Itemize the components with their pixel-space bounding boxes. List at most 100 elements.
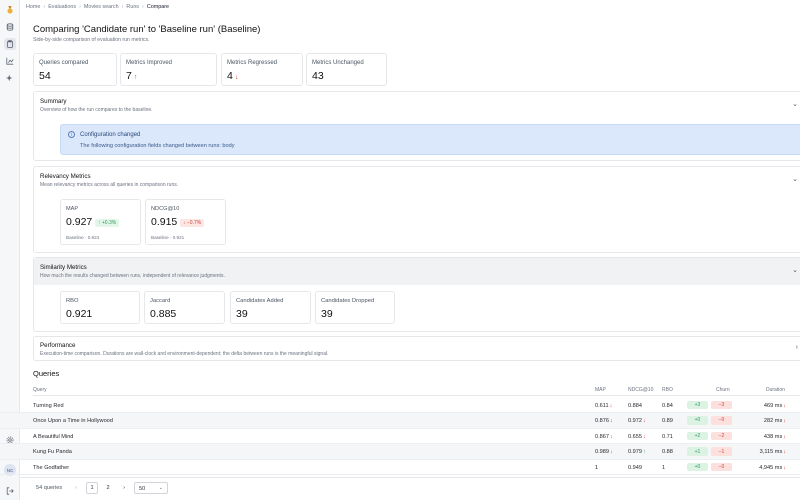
chevron-down-icon[interactable]: ⌄ bbox=[792, 175, 798, 183]
page-2-button[interactable]: 2 bbox=[102, 482, 114, 494]
stat-label: Metrics Regressed bbox=[227, 60, 278, 66]
ndcg-value: 0.655↓ bbox=[628, 433, 646, 440]
duration-value: 469 ms↓ bbox=[763, 402, 786, 409]
chevron-down-icon[interactable]: ⌄ bbox=[792, 266, 798, 274]
breadcrumb-runs[interactable]: Runs bbox=[126, 4, 139, 10]
metric-value: 0.885 bbox=[150, 308, 177, 320]
breadcrumb-evaluations[interactable]: Evaluations bbox=[48, 4, 76, 10]
chevron-down-icon[interactable]: ⌄ bbox=[792, 100, 798, 108]
delta-badge: ↑ +0.3% bbox=[95, 219, 120, 227]
chevron-right-icon[interactable]: › bbox=[796, 344, 798, 351]
stat-label: Queries compared bbox=[39, 60, 89, 66]
baseline-value: Baseline · 0.924 bbox=[66, 235, 100, 240]
arrow-down-icon: ↓ bbox=[610, 449, 613, 456]
duration-value: 4,945 ms↓ bbox=[759, 464, 786, 471]
section-title[interactable]: Relevancy Metrics bbox=[40, 173, 91, 180]
alert-text: The following configuration fields chang… bbox=[80, 142, 235, 149]
table-row[interactable]: A Beautiful Mind 0.867↓ 0.655↓ 0.71 +2 −2 438 … bbox=[0, 429, 800, 445]
query-name: Once Upon a Time in Hollywood bbox=[33, 418, 113, 425]
table-row[interactable]: Kung Fu Panda 0.989↓ 0.979↑ 0.88 +1 −1 3,115 m… bbox=[0, 444, 800, 460]
churn-added-badge: +0 bbox=[687, 416, 708, 425]
col-map[interactable]: MAP bbox=[595, 387, 606, 393]
logout-icon[interactable] bbox=[4, 485, 16, 497]
page-1-button[interactable]: 1 bbox=[86, 482, 98, 494]
breadcrumb: Home › Evaluations › Movies search › Runs › … bbox=[26, 4, 169, 10]
stat-metrics-regressed: Metrics Regressed 4 ↓ bbox=[221, 53, 303, 86]
chart-icon[interactable] bbox=[4, 55, 16, 67]
ndcg-value: 0.884 bbox=[628, 402, 642, 409]
col-rbo[interactable]: RBO bbox=[662, 387, 673, 393]
map-value: 0.989↓ bbox=[595, 449, 613, 456]
pagination-bar: 54 queries ‹ 1 2 › 50 ⌄ bbox=[20, 477, 800, 500]
breadcrumb-current: Compare bbox=[146, 4, 169, 10]
stat-value: 7 ↑ bbox=[126, 70, 138, 82]
rbo-value: 0.89 bbox=[662, 418, 673, 425]
database-icon[interactable] bbox=[4, 21, 16, 33]
col-churn[interactable]: Churn bbox=[716, 387, 730, 393]
metric-label: MAP bbox=[66, 206, 79, 212]
breadcrumb-search[interactable]: Movies search bbox=[84, 4, 119, 10]
churn-added-badge: +0 bbox=[687, 462, 708, 472]
arrow-down-icon: ↓ bbox=[783, 418, 786, 425]
stat-label: Metrics Unchanged bbox=[312, 60, 364, 66]
rbo-value: 1 bbox=[662, 464, 666, 471]
delta-badge: ↓ −0.7% bbox=[180, 219, 205, 227]
arrow-up-icon: ↑ bbox=[133, 74, 138, 81]
metric-card-candidates-dropped: Candidates Dropped 39 bbox=[315, 291, 395, 324]
table-row[interactable]: The Godfather 1 0.949 1 +0 −0 4,945 ms↓ bbox=[0, 460, 800, 476]
section-header[interactable] bbox=[34, 258, 800, 285]
next-page-button[interactable]: › bbox=[118, 482, 130, 494]
stat-metrics-improved: Metrics Improved 7 ↑ bbox=[120, 53, 217, 86]
queries-title: Queries bbox=[33, 369, 60, 378]
churn-dropped-badge: −3 bbox=[711, 400, 732, 409]
churn-added-badge: +1 bbox=[687, 447, 708, 456]
map-value: 0.876↓ bbox=[595, 418, 613, 425]
arrow-down-icon: ↓ bbox=[783, 449, 786, 456]
metric-value: 0.927 bbox=[66, 216, 93, 228]
app-logo-icon[interactable] bbox=[4, 4, 16, 16]
arrow-down-icon: ↓ bbox=[783, 464, 786, 471]
arrow-down-icon: ↓ bbox=[610, 418, 613, 425]
sparkle-icon[interactable] bbox=[4, 72, 16, 84]
section-description: Overview of how the run compares to the … bbox=[40, 107, 153, 113]
performance-section[interactable]: Performance Execution-time comparison. D… bbox=[33, 336, 800, 361]
ndcg-value: 0.972↓ bbox=[628, 418, 646, 425]
col-ndcg[interactable]: NDCG@10 bbox=[628, 387, 653, 393]
col-duration[interactable]: Duration bbox=[766, 387, 785, 393]
section-description: How much the results changed between run… bbox=[40, 272, 225, 279]
metric-label: Candidates Dropped bbox=[321, 298, 375, 304]
arrow-down-icon: ↓ bbox=[643, 433, 646, 440]
ndcg-value: 0.979↑ bbox=[628, 449, 646, 456]
section-title[interactable]: Similarity Metrics bbox=[40, 264, 87, 271]
stat-value: 4 ↓ bbox=[227, 70, 239, 82]
duration-value: 438 ms↓ bbox=[763, 433, 786, 440]
page-size-select[interactable]: 50 ⌄ bbox=[134, 482, 168, 494]
ndcg-value: 0.949 bbox=[628, 464, 642, 471]
churn-added-badge: +3 bbox=[687, 400, 708, 409]
rbo-value: 0.88 bbox=[662, 449, 673, 456]
section-title[interactable]: Summary bbox=[40, 98, 66, 105]
arrow-down-icon: ↓ bbox=[610, 433, 613, 440]
query-name: The Godfather bbox=[33, 464, 70, 471]
query-count: 54 queries bbox=[36, 485, 63, 491]
stat-queries-compared: Queries compared 54 bbox=[33, 53, 117, 86]
page-size-value: 50 bbox=[139, 485, 146, 492]
alert-title: Configuration changed bbox=[80, 132, 141, 138]
arrow-down-icon: ↓ bbox=[783, 433, 786, 440]
clipboard-icon[interactable] bbox=[4, 38, 16, 50]
metric-card-rbo: RBO 0.921 bbox=[60, 291, 140, 324]
churn-dropped-badge: −1 bbox=[711, 447, 732, 456]
prev-page-button[interactable]: ‹ bbox=[70, 482, 82, 494]
table-row[interactable]: Turning Red 0.611↓ 0.884 0.84 +3 −3 469 ms↓ bbox=[0, 398, 800, 414]
rbo-value: 0.71 bbox=[662, 433, 673, 440]
arrow-down-icon: ↓ bbox=[609, 402, 613, 409]
breadcrumb-home[interactable]: Home bbox=[26, 4, 40, 10]
query-name: Turning Red bbox=[33, 402, 64, 409]
duration-value: 3,115 ms↓ bbox=[759, 449, 786, 456]
section-title[interactable]: Performance bbox=[40, 342, 75, 349]
table-row[interactable]: Once Upon a Time in Hollywood 0.876↓ 0.972… bbox=[0, 413, 800, 429]
query-name: Kung Fu Panda bbox=[33, 449, 72, 456]
metric-card-map: MAP 0.927 ↑ +0.3% Baseline · 0.924 bbox=[60, 199, 141, 245]
col-query[interactable]: Query bbox=[33, 387, 47, 393]
baseline-value: Baseline · 0.921 bbox=[151, 235, 185, 240]
